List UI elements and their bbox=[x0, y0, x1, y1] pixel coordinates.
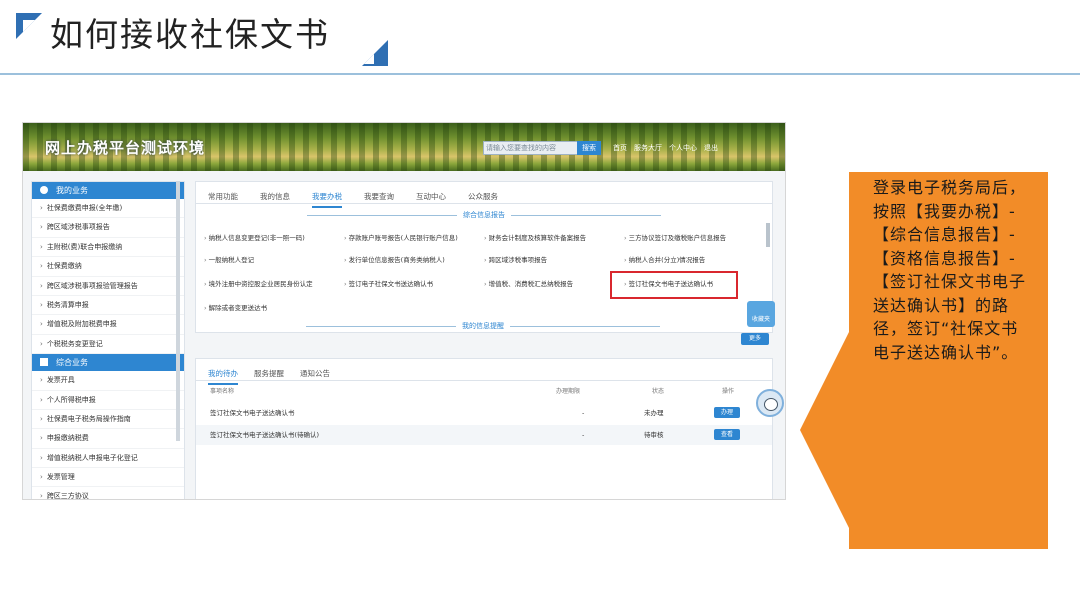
tab-tax-handling[interactable]: 我要办税 bbox=[312, 188, 342, 208]
tab-divider bbox=[196, 380, 772, 381]
highlight-box bbox=[610, 271, 738, 299]
portal-search-input[interactable]: 请输入您要查找的内容 bbox=[483, 141, 581, 155]
column-header: 状态 bbox=[652, 388, 665, 395]
sidebar-scrollbar[interactable] bbox=[176, 181, 180, 441]
sidebar-item[interactable]: 发票开具 bbox=[32, 371, 184, 391]
service-link[interactable]: 三方协议签订及缴税账户信息报告 bbox=[624, 232, 727, 242]
circle-icon bbox=[40, 186, 48, 194]
corner-decoration-inner bbox=[23, 20, 35, 32]
row-date: - bbox=[582, 409, 585, 417]
tab-todo[interactable]: 我的待办 bbox=[208, 365, 238, 385]
slide-title: 如何接收社保文书 bbox=[50, 15, 330, 54]
section-title-reminders: 我的信息提醒 bbox=[195, 321, 771, 331]
service-link[interactable]: 纳税人合并(分立)情况报告 bbox=[624, 254, 706, 264]
slide-header: 如何接收社保文书 bbox=[0, 0, 1080, 78]
row-name: 签订社保文书电子送达确认书 bbox=[210, 409, 295, 417]
service-link[interactable]: 跨区域涉税事项报告 bbox=[484, 254, 548, 264]
tab-divider bbox=[196, 203, 772, 204]
section-title: 综合信息报告 bbox=[196, 210, 772, 220]
callout-pointer bbox=[800, 330, 850, 530]
sidebar-item[interactable]: 申报缴纳税费 bbox=[32, 429, 184, 449]
service-link[interactable]: 境外注册中资控股企业居民身份认定 bbox=[204, 278, 313, 288]
corner-decoration-inner bbox=[364, 54, 374, 64]
sidebar-item[interactable]: 跨区域涉税事项报告 bbox=[32, 218, 184, 238]
sidebar-item[interactable]: 社保费电子税务局操作指南 bbox=[32, 410, 184, 430]
portal-screenshot: 网上办税平台测试环境 请输入您要查找的内容 搜索 首页 服务大厅 个人中心 退出… bbox=[22, 122, 786, 500]
service-link[interactable]: 存款账户账号报告(人民银行账户信息) bbox=[344, 232, 458, 242]
header-divider bbox=[0, 73, 1080, 75]
row-action-button[interactable]: 办理 bbox=[714, 407, 740, 418]
more-button[interactable]: 更多 bbox=[741, 333, 769, 345]
sidebar-item[interactable]: 主附税(费)联合申报缴纳 bbox=[32, 238, 184, 258]
bottom-tabs: 我的待办 服务提醒 通知公告 bbox=[208, 361, 346, 385]
sidebar-item[interactable]: 税务清算申报 bbox=[32, 296, 184, 316]
table-header: 事项名称 办理期限 状态 操作 bbox=[196, 385, 772, 399]
row-status: 未办理 bbox=[644, 409, 664, 417]
main-tabs: 常用功能 我的信息 我要办税 我要查询 互动中心 公众服务 bbox=[208, 184, 520, 208]
sidebar-item[interactable]: 社保费缴费申报(全年缴) bbox=[32, 199, 184, 219]
sidebar-item[interactable]: 个税税务变更登记 bbox=[32, 335, 184, 355]
service-link[interactable]: 财务会计制度及核算软件备案报告 bbox=[484, 232, 587, 242]
service-link[interactable]: 纳税人信息变更登记(非一照一码) bbox=[204, 232, 305, 242]
row-action-button[interactable]: 查看 bbox=[714, 429, 740, 440]
table-row: 签订社保文书电子送达确认书(待确认) - 待审核 查看 bbox=[196, 425, 772, 445]
service-link[interactable]: 一般纳税人登记 bbox=[204, 254, 255, 264]
row-date: - bbox=[582, 431, 585, 439]
sidebar-item[interactable]: 社保费缴纳 bbox=[32, 257, 184, 277]
sidebar-group-my-business[interactable]: 我的业务 bbox=[32, 182, 184, 199]
sidebar-item[interactable]: 发票管理 bbox=[32, 468, 184, 488]
portal-search-button[interactable]: 搜索 bbox=[577, 141, 601, 155]
sidebar-item[interactable]: 增值税及附加税费申报 bbox=[32, 315, 184, 335]
column-header: 办理期限 bbox=[556, 388, 581, 395]
portal-header-links[interactable]: 首页 服务大厅 个人中心 退出 bbox=[613, 143, 718, 153]
service-link[interactable]: 解除或者变更送达书 bbox=[204, 302, 268, 312]
sidebar-item[interactable]: 跨区域涉税事项报验管理报告 bbox=[32, 277, 184, 296]
main-scrollbar[interactable] bbox=[766, 223, 770, 247]
sidebar-item[interactable]: 跨区三方协议 bbox=[32, 487, 184, 499]
row-status: 待审核 bbox=[644, 431, 664, 439]
portal-title: 网上办税平台测试环境 bbox=[45, 139, 206, 157]
sidebar-item[interactable]: 个人所得税申报 bbox=[32, 391, 184, 410]
main-panel: 常用功能我的信息我要办税我要查询互动中心公众服务 综合信息报告 纳税人信息变更登… bbox=[195, 181, 773, 333]
portal-sidebar: 我的业务 社保费缴费申报(全年缴) 跨区域涉税事项报告 主附税(费)联合申报缴纳… bbox=[31, 181, 185, 499]
sidebar-item[interactable]: 增值税纳税人申报电子化登记 bbox=[32, 449, 184, 469]
square-icon bbox=[40, 358, 48, 367]
service-link[interactable]: 增值税、消费税汇总纳税报告 bbox=[484, 278, 574, 288]
todo-panel: 我的待办 服务提醒 通知公告 事项名称 办理期限 状态 操作 签订社保文书电子送达确… bbox=[195, 358, 773, 499]
service-link[interactable]: 签订电子社保文书送达确认书 bbox=[344, 278, 434, 288]
avatar-face bbox=[764, 398, 778, 411]
service-link[interactable]: 发行单位信息报告(商务类纳税人) bbox=[344, 254, 445, 264]
column-header: 事项名称 bbox=[210, 388, 235, 395]
assistant-avatar-icon[interactable] bbox=[756, 389, 784, 417]
favorites-button[interactable]: 收藏夹 bbox=[747, 301, 775, 327]
column-header: 操作 bbox=[722, 388, 735, 395]
table-row: 签订社保文书电子送达确认书 - 未办理 办理 bbox=[196, 403, 772, 423]
sidebar-group-general[interactable]: 综合业务 bbox=[32, 354, 184, 372]
callout-text: 登录电子税务局后，按照【我要办税】-【综合信息报告】-【资格信息报告】-【签订社… bbox=[873, 178, 1027, 362]
row-name: 签订社保文书电子送达确认书(待确认) bbox=[210, 431, 320, 439]
